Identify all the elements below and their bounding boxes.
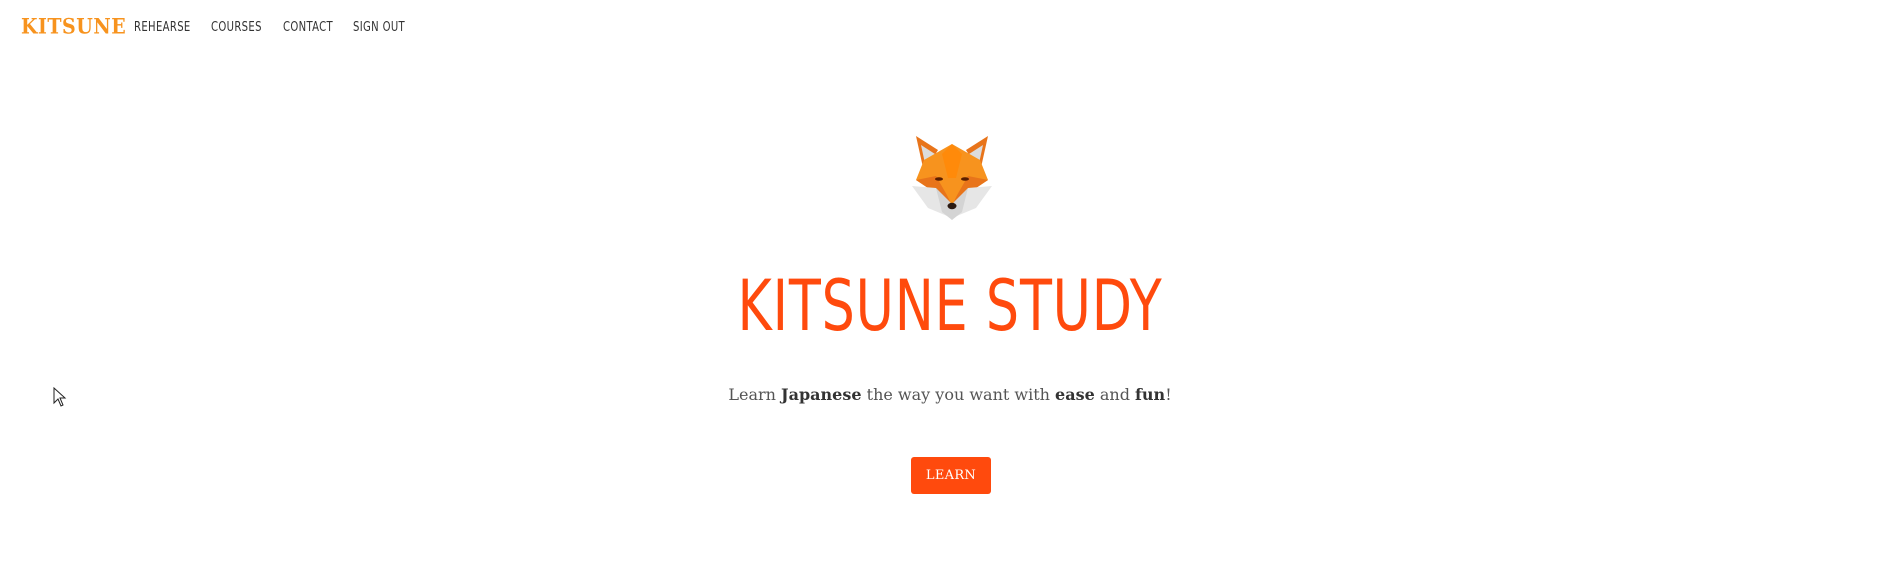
tagline: Learn Japanese the way you want with eas…: [0, 385, 1900, 404]
mouse-cursor-icon: [53, 387, 67, 407]
hero-section: KITSUNE STUDY Learn Japanese the way you…: [0, 0, 1900, 574]
tagline-text-4: !: [1165, 385, 1172, 404]
page-title: KITSUNE STUDY: [0, 266, 1900, 346]
tagline-text-3: and: [1094, 385, 1136, 404]
tagline-text-1: Learn: [728, 385, 782, 404]
page-title-text: KITSUNE STUDY: [737, 265, 1163, 347]
tagline-bold-fun: fun: [1135, 385, 1166, 404]
learn-button[interactable]: LEARN: [911, 457, 991, 494]
tagline-bold-japanese: Japanese: [781, 385, 862, 404]
tagline-text-2: the way you want with: [861, 385, 1056, 404]
tagline-bold-ease: ease: [1055, 385, 1095, 404]
fox-head-icon: [912, 136, 992, 220]
